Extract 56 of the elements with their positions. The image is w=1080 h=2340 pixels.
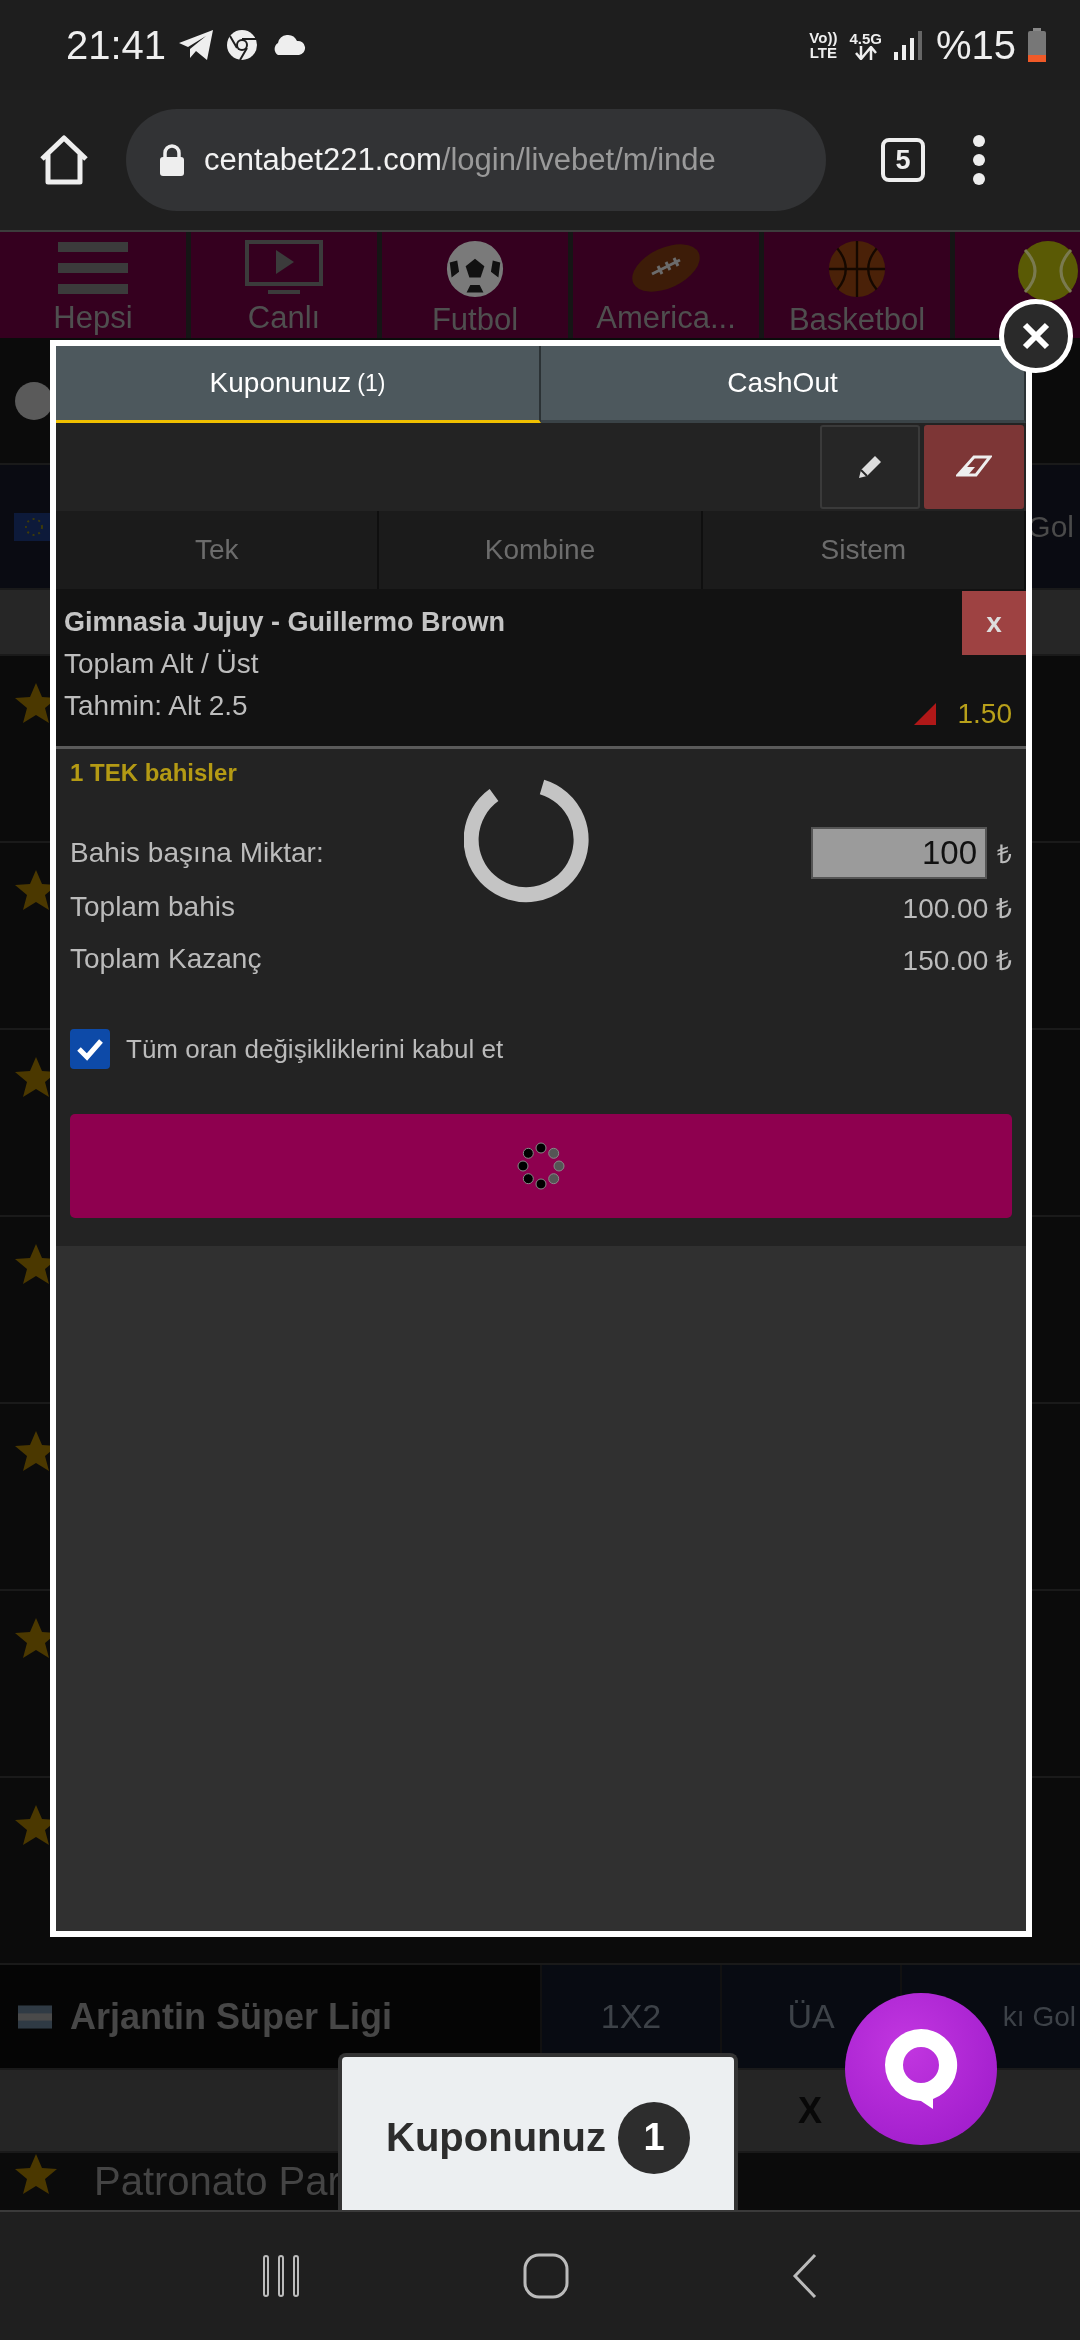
tennis-ball-icon[interactable] bbox=[1017, 240, 1079, 302]
remove-button[interactable]: x bbox=[962, 591, 1026, 655]
lte-label: LTE bbox=[809, 45, 837, 60]
prediction-text: Tahmin: Alt 2.5 bbox=[64, 690, 249, 722]
check-icon bbox=[76, 1037, 104, 1061]
soccer-ball-icon bbox=[444, 240, 506, 298]
league-name: Arjantin Süper Ligi bbox=[70, 1995, 393, 2038]
section-title: 1 TEK bahisler bbox=[70, 759, 238, 788]
battery-icon bbox=[1028, 28, 1046, 62]
data-arrows-icon bbox=[853, 45, 878, 60]
odds-value: 1.50 bbox=[957, 698, 1012, 730]
back-icon bbox=[791, 2253, 819, 2299]
sport-tab[interactable]: Basketbol bbox=[764, 232, 950, 338]
home-button[interactable] bbox=[523, 2253, 569, 2299]
chat-bubble-icon bbox=[883, 2027, 959, 2111]
total-label: Toplam bahis bbox=[70, 891, 235, 923]
tab-switcher-button[interactable]: 5 bbox=[881, 138, 925, 182]
sport-tab[interactable]: Futbol bbox=[382, 232, 568, 338]
back-button[interactable] bbox=[791, 2253, 819, 2299]
sport-tab[interactable]: America... bbox=[573, 232, 759, 338]
browser-icon bbox=[226, 29, 259, 61]
checkbox-label: Tüm oran değişikliklerini kabul et bbox=[126, 1033, 504, 1065]
sport-tab[interactable]: Hepsi bbox=[0, 232, 186, 338]
total-label: Toplam Kazanç bbox=[70, 943, 262, 975]
address-bar[interactable]: centabet221.com/login/livebet/m/inde bbox=[126, 109, 826, 211]
coupon-toggle[interactable]: Kuponunuz 1 bbox=[338, 2053, 738, 2210]
stake-input[interactable]: 100 bbox=[811, 827, 987, 879]
basketball-icon bbox=[826, 240, 888, 298]
loading-dots-icon bbox=[516, 1141, 566, 1191]
clear-button[interactable] bbox=[924, 425, 1024, 509]
checkbox[interactable] bbox=[70, 1029, 110, 1069]
match-name: Patronato Par bbox=[94, 2159, 341, 2204]
network-type: 4.5G bbox=[849, 30, 882, 46]
home-icon bbox=[523, 2253, 569, 2299]
close-icon bbox=[1021, 321, 1051, 351]
currency-symbol: ₺ bbox=[997, 838, 1012, 871]
market-name: Toplam Alt / Üst bbox=[64, 648, 260, 680]
battery-percent: %15 bbox=[935, 22, 1016, 68]
recent-apps-icon bbox=[261, 2254, 301, 2298]
sport-tab[interactable]: Canlı bbox=[191, 232, 377, 338]
paper-plane-icon bbox=[178, 29, 215, 61]
match-title: Gimnasia Jujuy - Guillermo Brown bbox=[64, 607, 507, 638]
tv-icon bbox=[244, 240, 324, 296]
volte-label: Vo)) bbox=[809, 30, 838, 45]
eraser-icon bbox=[956, 455, 992, 479]
signal-icon bbox=[893, 30, 924, 60]
count-badge: 1 bbox=[617, 2101, 690, 2174]
lock-icon bbox=[160, 144, 184, 176]
url-text: centabet221.com/login/livebet/m/inde bbox=[204, 142, 716, 178]
stake-label: Bahis başına Miktar: bbox=[70, 837, 324, 869]
menu-icon bbox=[58, 240, 128, 296]
total-value: 100.00 ₺ bbox=[902, 892, 1012, 926]
recent-apps-button[interactable] bbox=[261, 2254, 301, 2298]
total-value: 150.00 ₺ bbox=[902, 944, 1012, 978]
clock: 21:41 bbox=[66, 22, 167, 68]
edit-button[interactable] bbox=[820, 425, 920, 509]
